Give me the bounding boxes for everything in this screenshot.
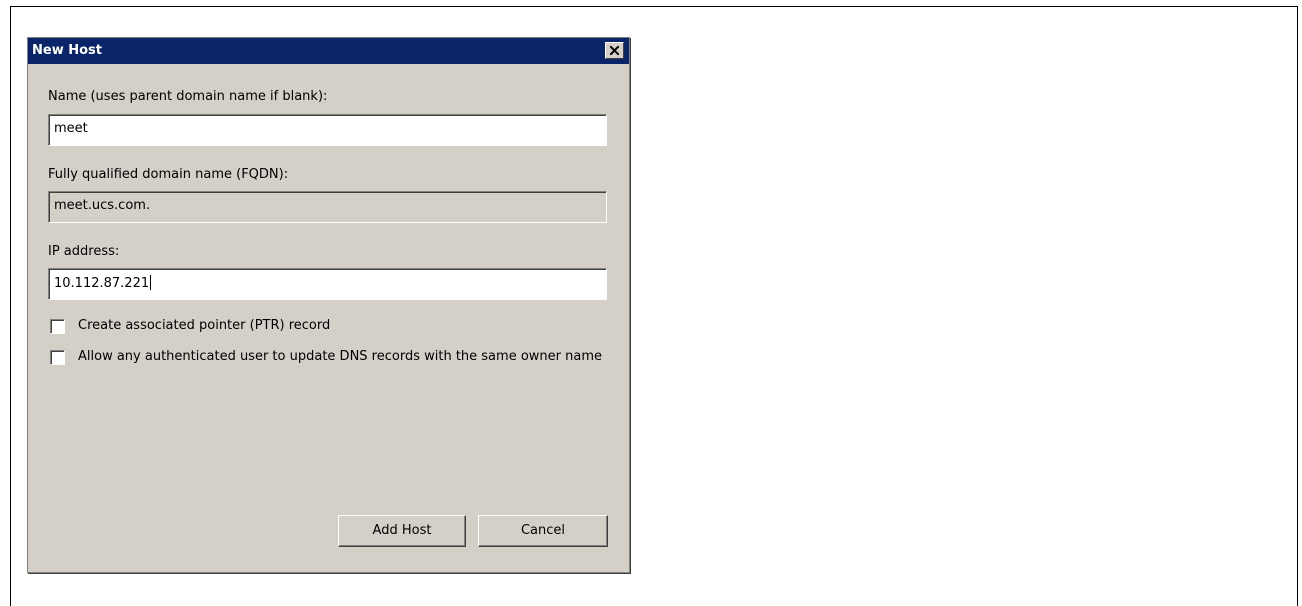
allow-update-checkbox[interactable] (50, 350, 65, 365)
cancel-button[interactable]: Cancel (478, 515, 608, 547)
ip-address-value: 10.112.87.221 (54, 276, 150, 291)
name-label: Name (uses parent domain name if blank): (48, 89, 328, 104)
fqdn-field: meet.ucs.com. (48, 191, 607, 223)
text-caret (150, 275, 152, 290)
ip-address-label: IP address: (48, 244, 120, 259)
ptr-record-label[interactable]: Create associated pointer (PTR) record (78, 317, 618, 335)
ptr-record-checkbox[interactable] (50, 319, 65, 334)
ip-address-input[interactable]: 10.112.87.221 (48, 268, 607, 300)
dialog-title: New Host (32, 43, 102, 58)
allow-update-label[interactable]: Allow any authenticated user to update D… (78, 348, 618, 366)
name-input-value: meet (54, 121, 88, 136)
title-bar[interactable]: New Host (28, 38, 629, 64)
new-host-dialog: New Host Name (uses parent domain name i… (27, 37, 630, 573)
fqdn-value: meet.ucs.com. (54, 198, 151, 213)
name-input[interactable]: meet (48, 114, 607, 146)
close-button[interactable] (605, 42, 624, 59)
fqdn-label: Fully qualified domain name (FQDN): (48, 167, 289, 182)
close-icon (610, 46, 619, 55)
add-host-button[interactable]: Add Host (338, 515, 466, 547)
